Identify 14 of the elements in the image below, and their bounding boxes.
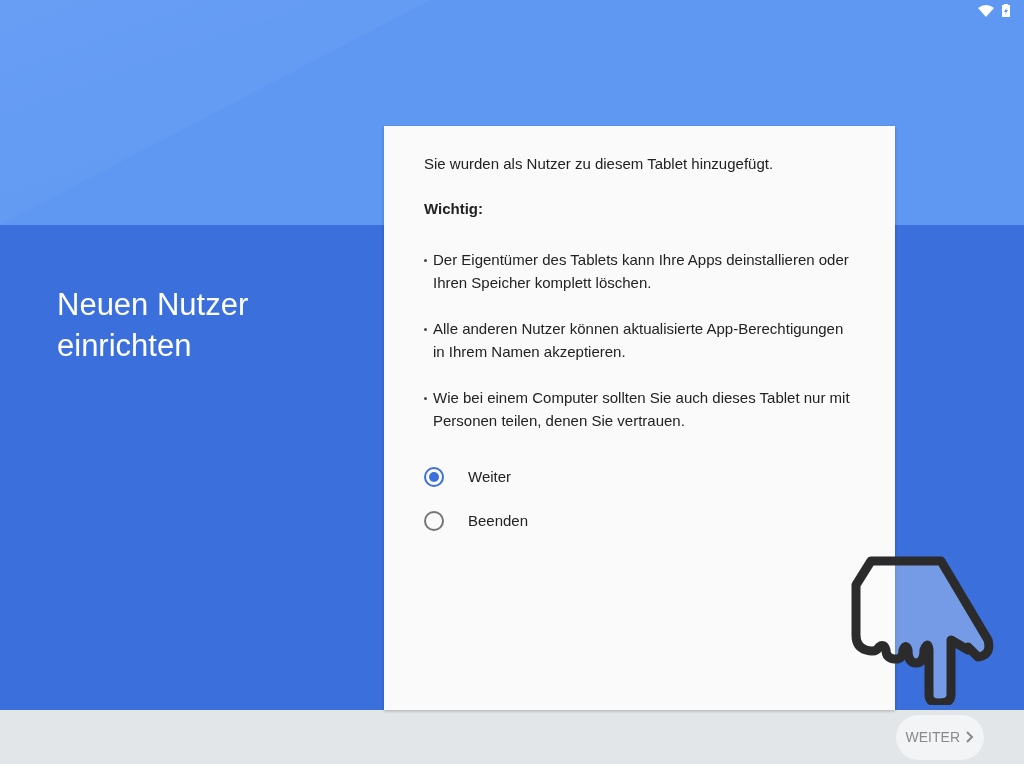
intro-text: Sie wurden als Nutzer zu diesem Tablet hinzugefügt. bbox=[424, 154, 775, 174]
radio-option[interactable]: Beenden bbox=[424, 499, 855, 543]
chevron-right-icon bbox=[966, 731, 974, 743]
page-title: Neuen Nutzer einrichten bbox=[57, 286, 250, 365]
section-label: Wichtig: bbox=[424, 199, 485, 219]
battery-icon bbox=[1002, 4, 1010, 17]
bullet-text: Alle anderen Nutzer können aktualisierte App-Berechtigungen in Ihrem Namen akzeptieren. bbox=[433, 319, 845, 362]
bullet-icon bbox=[424, 259, 427, 262]
bullet-text: Wie bei einem Computer sollten Sie auch dieses Tablet nur mit Personen teilen, denen Sie vertrauen. bbox=[433, 388, 851, 431]
bullet-text: Der Eigentümer des Tablets kann Ihre Apps deinstallieren oder Ihren Speicher komplett löschen. bbox=[433, 250, 850, 293]
bullet-icon bbox=[424, 328, 427, 331]
bullet-icon bbox=[424, 397, 427, 400]
radio-option[interactable]: Weiter bbox=[424, 455, 855, 499]
wifi-icon bbox=[978, 4, 994, 17]
